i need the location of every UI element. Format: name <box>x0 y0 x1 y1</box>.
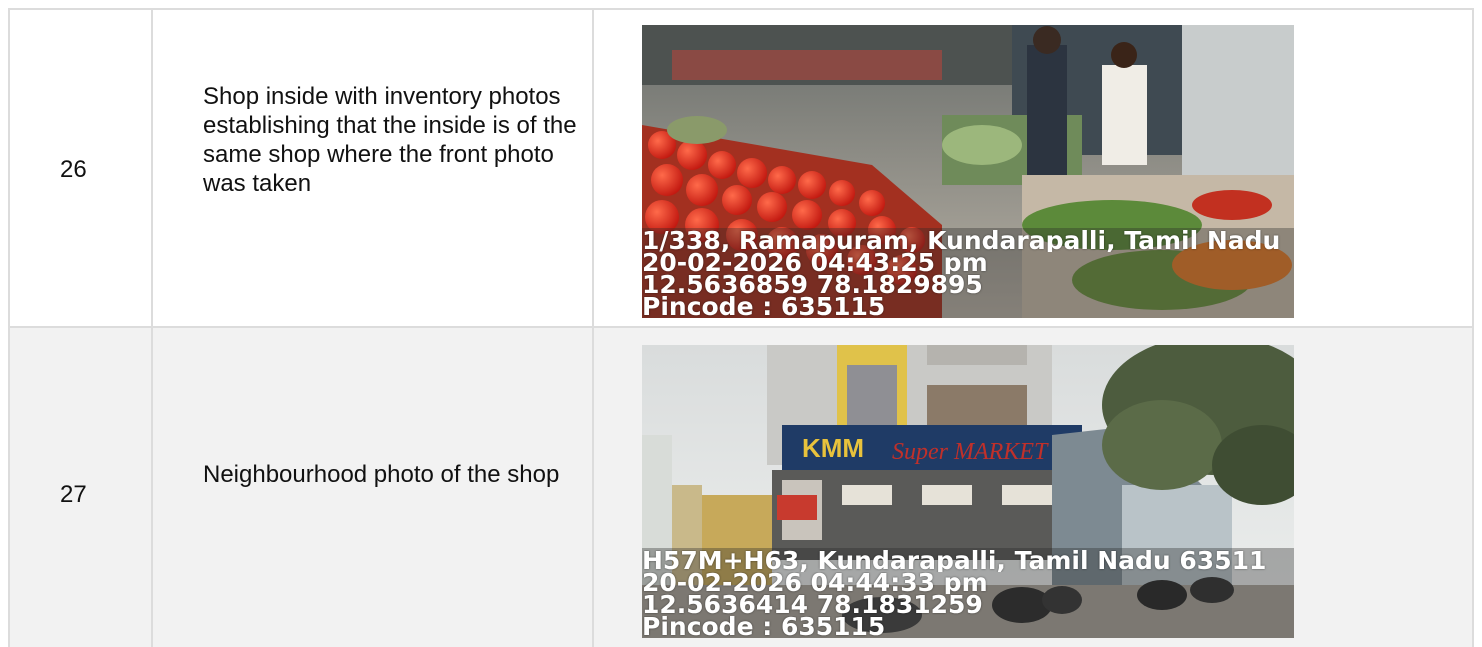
geotag-datetime: 20-02-2026 04:43:25 pm <box>642 252 988 274</box>
neighbourhood-photo: KMM Super MARKET H57M+H63, Kundarapalli,… <box>642 345 1294 638</box>
kmm-logo: KMM <box>802 433 864 463</box>
geotag-coordinates: 12.5636414 78.1831259 <box>642 594 983 616</box>
geotag-pincode: Pincode : 635115 <box>642 616 886 638</box>
geotag-pincode: Pincode : 635115 <box>642 296 886 318</box>
row-number: 27 <box>60 481 87 508</box>
geotag-coordinates: 12.5636859 78.1829895 <box>642 274 983 296</box>
store-sign: Super MARKET <box>892 439 1049 465</box>
photo-geotag-overlay: H57M+H63, Kundarapalli, Tamil Nadu 63511… <box>642 548 1294 638</box>
evidence-table: 26 Shop inside with inventory photos est… <box>0 0 1482 647</box>
photo-geotag-overlay: 1/338, Ramapuram, Kundarapalli, Tamil Na… <box>642 228 1294 318</box>
shop-inside-photo: 1/338, Ramapuram, Kundarapalli, Tamil Na… <box>642 25 1294 318</box>
table-row-divider <box>8 326 1474 328</box>
geotag-address: H57M+H63, Kundarapalli, Tamil Nadu 63511 <box>642 550 1267 572</box>
row-number: 26 <box>60 156 87 183</box>
row-description: Shop inside with inventory photos establ… <box>203 83 577 197</box>
table-border-top <box>8 8 1474 10</box>
geotag-address: 1/338, Ramapuram, Kundarapalli, Tamil Na… <box>642 230 1281 252</box>
geotag-datetime: 20-02-2026 04:44:33 pm <box>642 572 988 594</box>
row-description: Neighbourhood photo of the shop <box>203 461 560 488</box>
